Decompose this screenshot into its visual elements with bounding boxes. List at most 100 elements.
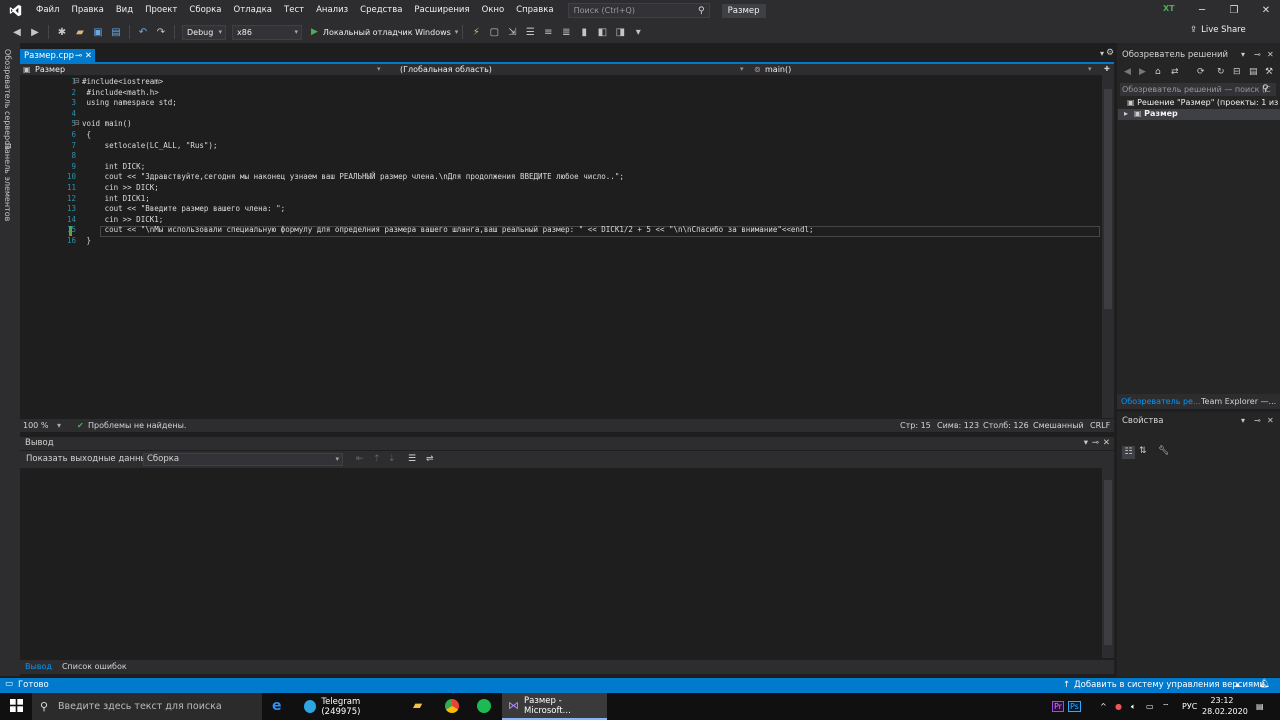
new-project-icon[interactable]: ✱ [55, 25, 69, 39]
pin-icon[interactable]: ⊸ [1092, 437, 1099, 450]
configuration-dropdown[interactable]: Debug ▾ [182, 24, 226, 40]
volume-icon[interactable]: 🔈︎ [1131, 693, 1136, 720]
notifications-icon[interactable]: 🔔︎ [1259, 679, 1270, 689]
tab-solution-explorer[interactable]: Обозреватель ре... [1121, 397, 1201, 406]
indent-icon[interactable]: ≡ [541, 25, 555, 39]
menu-analyze[interactable]: Анализ [310, 0, 354, 21]
minimize-icon[interactable]: ─ [1186, 0, 1218, 21]
user-avatar[interactable]: ХТ [1163, 4, 1176, 17]
premiere-icon[interactable]: Pr [1052, 693, 1064, 720]
menu-file[interactable]: Файл [30, 0, 65, 21]
indentation-mode[interactable]: Смешанный [1033, 419, 1084, 432]
action-center-icon[interactable]: ▤ [1256, 693, 1264, 720]
menu-help[interactable]: Справка [510, 0, 559, 21]
back-icon[interactable]: ◀ [1124, 67, 1131, 77]
tab-output[interactable]: Вывод [20, 660, 57, 674]
tab-close-icon[interactable]: ✕ [85, 51, 92, 61]
expand-arrow-icon[interactable]: ▸ [1124, 109, 1128, 118]
word-wrap-icon[interactable]: ⇌ [426, 454, 434, 464]
step-icon[interactable]: ⇲ [505, 25, 519, 39]
output-text-area[interactable] [20, 468, 1102, 658]
taskbar-app-telegram[interactable]: Telegram (249975) [298, 693, 398, 720]
line-endings[interactable]: CRLF [1090, 419, 1110, 432]
chrome-icon[interactable] [445, 699, 459, 713]
home-icon[interactable]: ⌂ [1155, 67, 1161, 77]
editor-vertical-scrollbar[interactable] [1102, 75, 1114, 418]
project-combo[interactable]: ▣ Размер [20, 64, 385, 75]
member-combo[interactable]: ⊚ main() [750, 64, 1090, 75]
panel-menu-icon[interactable]: ▾ [1241, 416, 1245, 425]
tray-chevron-icon[interactable]: ^ [1100, 693, 1107, 720]
tree-item-solution[interactable]: ▣ Решение "Размер" (проекты: 1 из 1) [1127, 98, 1280, 107]
tab-team-explorer[interactable]: Team Explorer —... [1201, 397, 1276, 406]
spotify-icon[interactable] [477, 699, 491, 713]
taskbar-app-visual-studio[interactable]: ⋈ Размер - Microsoft... [502, 693, 607, 720]
network-icon[interactable]: ⌔ [1162, 693, 1170, 720]
platform-dropdown[interactable]: x86 ▾ [232, 24, 302, 40]
edge-icon[interactable]: e [272, 698, 282, 714]
search-icon[interactable]: ⚲ [1262, 84, 1269, 94]
toolbox-tab[interactable]: Панель элементов [3, 143, 12, 221]
quick-search-input[interactable]: Поиск (Ctrl+Q) ⚲ [567, 3, 710, 18]
output-source-dropdown[interactable]: Сборка ▾ [143, 453, 343, 466]
save-all-icon[interactable]: ▤ [109, 25, 123, 39]
solution-explorer-search[interactable]: Обозреватель решений — поиск (С [1120, 83, 1276, 96]
save-icon[interactable]: ▣ [91, 25, 105, 39]
scope-combo[interactable]: (Глобальная область) [385, 64, 745, 75]
chevron-down-icon[interactable]: ▾ [57, 419, 61, 432]
photoshop-icon[interactable]: Ps [1068, 693, 1081, 720]
panel-menu-icon[interactable]: ▾ [1084, 437, 1088, 450]
gear-icon[interactable]: ⚙ [1106, 48, 1114, 58]
hot-reload-icon[interactable]: ⚡ [469, 25, 483, 39]
input-language[interactable]: РУС [1182, 693, 1197, 720]
chevron-up-icon[interactable]: ▴ [1235, 680, 1239, 690]
properties-icon[interactable]: ⚒ [1265, 67, 1273, 77]
file-explorer-icon[interactable]: ▰ [413, 698, 422, 712]
visual-studio-logo-icon[interactable] [0, 0, 30, 21]
close-icon[interactable]: ✕ [1267, 50, 1274, 59]
menu-window[interactable]: Окно [476, 0, 511, 21]
clock[interactable]: 23:12 28.02.2020 [1202, 695, 1248, 717]
switch-views-icon[interactable]: ⇄ [1171, 67, 1179, 77]
categorized-icon[interactable]: ☷ [1122, 446, 1135, 459]
menu-view[interactable]: Вид [110, 0, 139, 21]
forward-icon[interactable]: ▶ [28, 25, 42, 39]
back-icon[interactable]: ◀ [10, 25, 24, 39]
output-vertical-scrollbar[interactable] [1102, 468, 1114, 658]
menu-debug[interactable]: Отладка [228, 0, 279, 21]
scrollbar-thumb[interactable] [1104, 89, 1112, 309]
next-message-icon[interactable]: ⇣ [388, 454, 396, 464]
menu-test[interactable]: Тест [278, 0, 310, 21]
pending-changes-icon[interactable]: ⟳ [1197, 67, 1205, 77]
document-tab-size-cpp[interactable]: Размер.cpp ⊸ ✕ [20, 49, 95, 63]
tab-list-dropdown-icon[interactable]: ▾ [1100, 49, 1104, 58]
menu-tools[interactable]: Средства [354, 0, 408, 21]
collapse-icon[interactable]: ⊟ [74, 77, 80, 85]
redo-icon[interactable]: ↷ [154, 25, 168, 39]
bookmark-prev-icon[interactable]: ◧ [595, 25, 609, 39]
code-editor[interactable]: 1 2 3 4 5 6 7 8 9 10 11 12 13 14 15 16 ⊟… [20, 75, 1114, 418]
tray-app-icon[interactable]: ● [1115, 693, 1122, 720]
prev-message-icon[interactable]: ⇡ [373, 454, 381, 464]
forward-icon[interactable]: ▶ [1139, 67, 1146, 77]
collapse-icon[interactable]: ⊟ [74, 119, 80, 127]
panel-menu-icon[interactable]: ▾ [1241, 50, 1245, 59]
tab-error-list[interactable]: Список ошибок [57, 660, 132, 674]
server-explorer-tab[interactable]: Обозреватель серверов [3, 49, 12, 150]
menu-project[interactable]: Проект [139, 0, 183, 21]
live-share-button[interactable]: ⇪ Live Share [1190, 25, 1246, 35]
screenshot-icon[interactable]: ▢ [487, 25, 501, 39]
maximize-icon[interactable]: ❐ [1218, 0, 1250, 21]
alphabetical-icon[interactable]: ⇅ [1139, 446, 1147, 456]
scrollbar-thumb[interactable] [1104, 480, 1112, 645]
show-all-files-icon[interactable]: ▤ [1249, 67, 1258, 77]
taskbar-search-input[interactable]: ⚲ Введите здесь текст для поиска [32, 693, 262, 720]
wrench-icon[interactable]: 🔧︎ [1158, 446, 1169, 456]
bookmark-next-icon[interactable]: ◨ [613, 25, 627, 39]
split-editor-icon[interactable]: ✚ [1104, 64, 1110, 75]
open-folder-icon[interactable]: ▰ [73, 25, 87, 39]
close-icon[interactable]: ✕ [1103, 437, 1110, 450]
find-message-icon[interactable]: ⇤ [356, 454, 364, 464]
undo-icon[interactable]: ↶ [136, 25, 150, 39]
menu-edit[interactable]: Правка [65, 0, 109, 21]
